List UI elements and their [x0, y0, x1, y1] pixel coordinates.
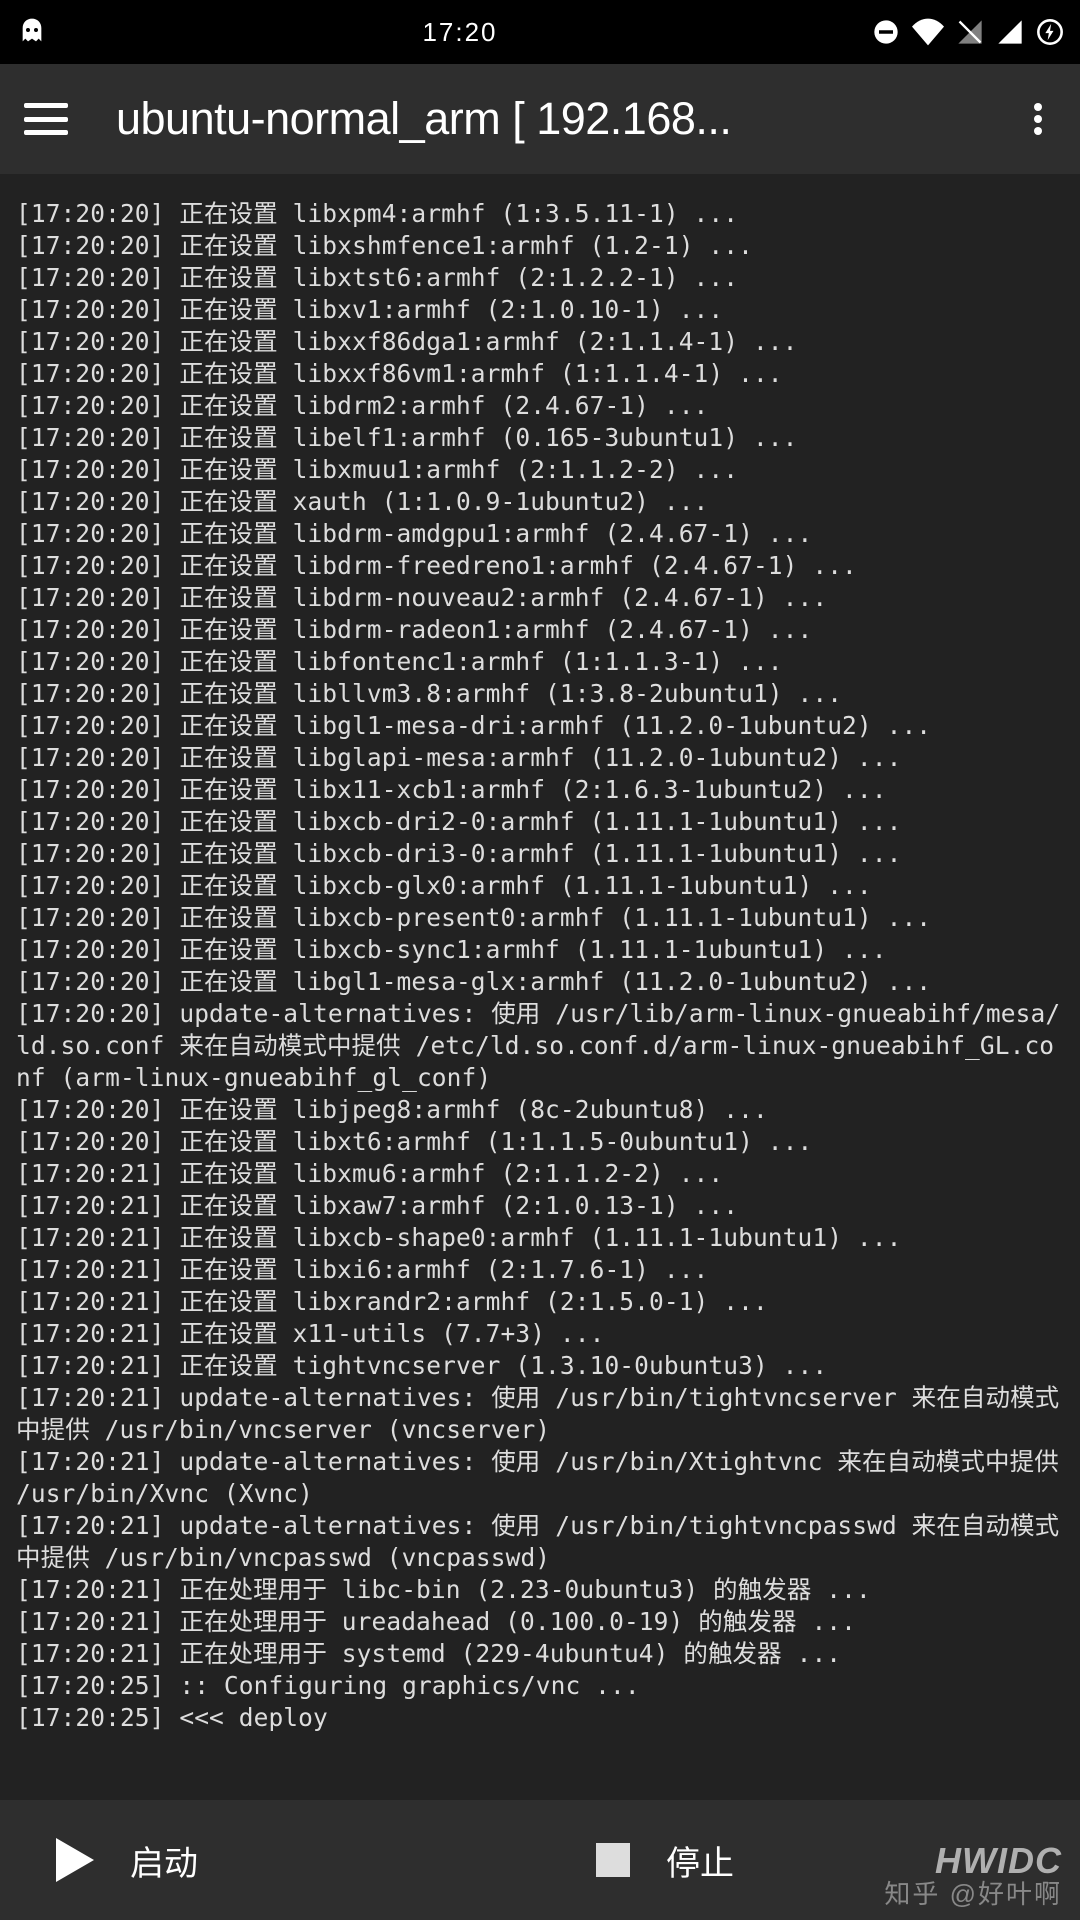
app-title: ubuntu-normal_arm [ 192.168... — [116, 93, 996, 145]
start-button[interactable]: 启动 — [0, 1800, 540, 1920]
status-time: 17:20 — [48, 17, 872, 48]
overflow-menu-button[interactable] — [1020, 99, 1056, 139]
battery-charging-icon — [1036, 18, 1064, 46]
stop-icon — [596, 1843, 630, 1877]
do-not-disturb-icon — [872, 18, 900, 46]
bottom-bar: 启动 停止 HWIDC 知乎 @好叶啊 — [0, 1800, 1080, 1920]
app-bar: ubuntu-normal_arm [ 192.168... — [0, 64, 1080, 174]
wifi-icon — [912, 18, 944, 46]
menu-button[interactable] — [24, 97, 68, 141]
terminal-output[interactable]: [17:20:20] 正在设置 libxpm4:armhf (1:3.5.11-… — [0, 174, 1080, 1800]
signal-no-sim-icon — [956, 18, 984, 46]
stop-label: 停止 — [666, 1836, 734, 1885]
app-root: 17:20 ubuntu-normal_arm [ 192.168... — [0, 0, 1080, 1920]
start-label: 启动 — [130, 1836, 198, 1885]
signal-icon — [996, 18, 1024, 46]
watermark: HWIDC 知乎 @好叶啊 — [884, 1843, 1062, 1910]
play-icon — [56, 1838, 94, 1882]
status-bar: 17:20 — [0, 0, 1080, 64]
notification-icon — [16, 16, 48, 48]
